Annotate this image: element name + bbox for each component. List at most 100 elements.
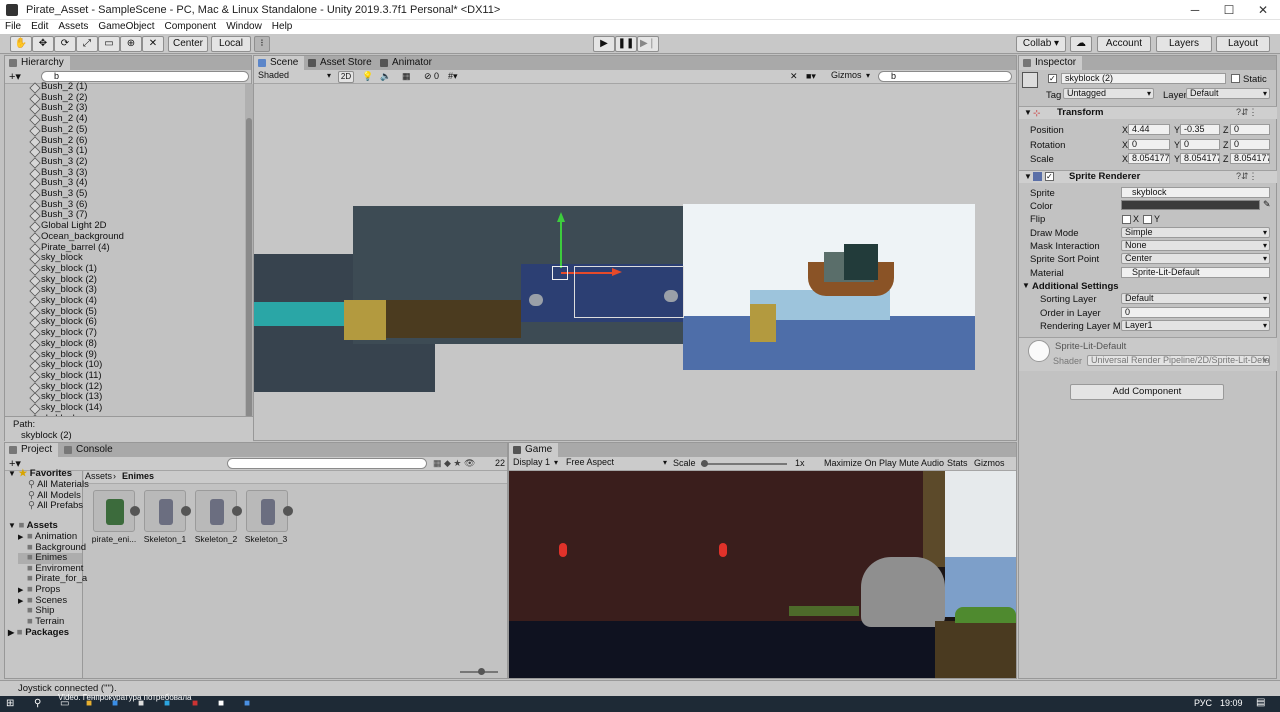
opera-icon[interactable]: ■: [192, 698, 198, 709]
mask-interaction-dropdown[interactable]: None: [1121, 240, 1270, 251]
hierarchy-item[interactable]: Ocean_background: [41, 231, 124, 243]
play-button[interactable]: ▶: [593, 36, 615, 52]
eyedropper-icon[interactable]: ✎: [1263, 199, 1271, 210]
game-viewport[interactable]: [509, 471, 1016, 678]
hierarchy-item[interactable]: sky_block (11): [41, 370, 102, 382]
thumbnail-size-slider[interactable]: [460, 668, 498, 675]
game-gizmos-button[interactable]: Gizmos: [974, 458, 1005, 468]
foldout-icon[interactable]: ▼: [1024, 172, 1032, 181]
favorite-item[interactable]: ⚲ All Materials: [28, 479, 89, 491]
tag-dropdown[interactable]: Untagged: [1063, 88, 1154, 99]
pivot-center-button[interactable]: Center: [168, 36, 208, 52]
favorite-item[interactable]: ⚲ All Prefabs: [28, 500, 83, 512]
custom-tool-icon[interactable]: ✕: [142, 36, 164, 52]
tab-scene[interactable]: Scene: [254, 56, 305, 70]
rendering-layer-dropdown[interactable]: Layer1: [1121, 320, 1270, 331]
gizmo-plane[interactable]: [552, 266, 568, 280]
unity-taskbar-icon[interactable]: ■: [218, 698, 224, 709]
2d-toggle[interactable]: 2D: [338, 71, 354, 83]
hierarchy-item[interactable]: sky_block (8): [41, 338, 97, 350]
tab-hierarchy[interactable]: Hierarchy: [5, 56, 70, 70]
draw-mode-dropdown[interactable]: Simple: [1121, 227, 1270, 238]
language-indicator[interactable]: РУС: [1194, 698, 1212, 708]
asset-thumbnail[interactable]: [246, 490, 288, 532]
expand-icon[interactable]: [283, 506, 293, 516]
scale-slider[interactable]: [701, 460, 787, 467]
expand-icon[interactable]: [181, 506, 191, 516]
tab-project[interactable]: Project: [5, 443, 59, 457]
menu-file[interactable]: File: [0, 20, 26, 34]
tools-icon[interactable]: ✕: [790, 71, 798, 82]
search-icon[interactable]: ⚲: [34, 698, 41, 709]
expand-icon[interactable]: [232, 506, 242, 516]
help-icon[interactable]: ?⇵⋮: [1236, 107, 1258, 118]
asset-thumbnail[interactable]: [93, 490, 135, 532]
sprite-sort-point-dropdown[interactable]: Center: [1121, 253, 1270, 264]
effects-icon[interactable]: ▦: [402, 71, 411, 82]
camera-icon[interactable]: ■▾: [806, 71, 816, 82]
hidden-objects-icon[interactable]: ⊘: [424, 71, 432, 82]
step-button[interactable]: ▶❘: [637, 36, 659, 52]
menu-window[interactable]: Window: [221, 20, 267, 34]
material-field[interactable]: Sprite-Lit-Default: [1121, 267, 1270, 278]
minimize-icon[interactable]: ─: [1180, 2, 1210, 18]
account-button[interactable]: Account: [1097, 36, 1151, 52]
transform-tool-icon[interactable]: ⊕: [120, 36, 142, 52]
menu-help[interactable]: Help: [267, 20, 298, 34]
add-icon[interactable]: +▾: [9, 70, 21, 83]
tab-inspector[interactable]: Inspector: [1019, 56, 1083, 70]
stats-button[interactable]: Stats: [947, 458, 968, 468]
rotate-tool-icon[interactable]: ⟳: [54, 36, 76, 52]
display-dropdown[interactable]: Display 1: [510, 458, 560, 469]
tab-animator[interactable]: Animator: [376, 56, 439, 70]
tab-console[interactable]: Console: [60, 443, 119, 457]
rotation-y-input[interactable]: 0: [1180, 139, 1220, 150]
start-icon[interactable]: ⊞: [6, 698, 14, 709]
hierarchy-item[interactable]: Bush_3 (2): [41, 156, 87, 168]
notifications-icon[interactable]: ▤: [1256, 697, 1265, 708]
hierarchy-item[interactable]: sky_block (1): [41, 263, 97, 275]
hand-tool-icon[interactable]: ✋: [10, 36, 32, 52]
filter-icons[interactable]: ▦ ◆ ★ 👁: [433, 458, 475, 469]
audio-icon[interactable]: 🔈: [380, 71, 391, 82]
asset-thumbnail[interactable]: [195, 490, 237, 532]
assets-folder[interactable]: ▼ ■ Assets: [8, 520, 58, 532]
position-y-input[interactable]: -0.35: [1180, 124, 1220, 135]
maximize-icon[interactable]: ☐: [1214, 2, 1244, 18]
sprite-field[interactable]: skyblock: [1121, 187, 1270, 198]
gizmo-y-arrow[interactable]: [557, 212, 565, 222]
scene-viewport[interactable]: [254, 84, 1016, 440]
tab-asset-store[interactable]: Asset Store: [304, 56, 378, 70]
vs-icon[interactable]: ■: [244, 698, 250, 709]
position-x-input[interactable]: 4.44: [1128, 124, 1170, 135]
move-tool-icon[interactable]: ✥: [32, 36, 54, 52]
telegram-icon[interactable]: ■: [164, 698, 170, 709]
layer-dropdown[interactable]: Default: [1186, 88, 1270, 99]
snap-icon[interactable]: ⁝: [254, 36, 270, 52]
grid-icon[interactable]: #▾: [448, 71, 458, 82]
favorites-label[interactable]: ▼ ★ Favorites: [8, 468, 72, 480]
app-icon[interactable]: ■: [138, 698, 144, 709]
static-checkbox[interactable]: [1231, 74, 1240, 83]
layers-button[interactable]: Layers: [1156, 36, 1212, 52]
color-swatch[interactable]: [1121, 200, 1260, 210]
aspect-dropdown[interactable]: Free Aspect: [563, 458, 669, 469]
foldout-icon[interactable]: ▼: [1022, 281, 1030, 290]
task-view-icon[interactable]: ▭: [60, 698, 69, 709]
position-z-input[interactable]: 0: [1230, 124, 1270, 135]
rotation-x-input[interactable]: 0: [1128, 139, 1170, 150]
scale-y-input[interactable]: 8.054177: [1180, 153, 1220, 164]
packages-folder[interactable]: ▶ ■ Packages: [8, 627, 69, 639]
asset-folder-item[interactable]: ■ Terrain: [18, 616, 64, 628]
mail-icon[interactable]: ■: [112, 698, 118, 709]
collab-button[interactable]: Collab ▾: [1016, 36, 1066, 52]
menu-gameobject[interactable]: GameObject: [93, 20, 159, 34]
mute-audio-button[interactable]: Mute Audio: [899, 458, 944, 468]
gizmo-y-axis[interactable]: [560, 216, 562, 268]
rect-tool-icon[interactable]: ▭: [98, 36, 120, 52]
expand-icon[interactable]: [130, 506, 140, 516]
breadcrumb-assets[interactable]: Assets: [85, 471, 112, 481]
close-icon[interactable]: ✕: [1248, 2, 1278, 18]
gizmos-dropdown[interactable]: Gizmos: [828, 71, 872, 82]
sorting-layer-dropdown[interactable]: Default: [1121, 293, 1270, 304]
